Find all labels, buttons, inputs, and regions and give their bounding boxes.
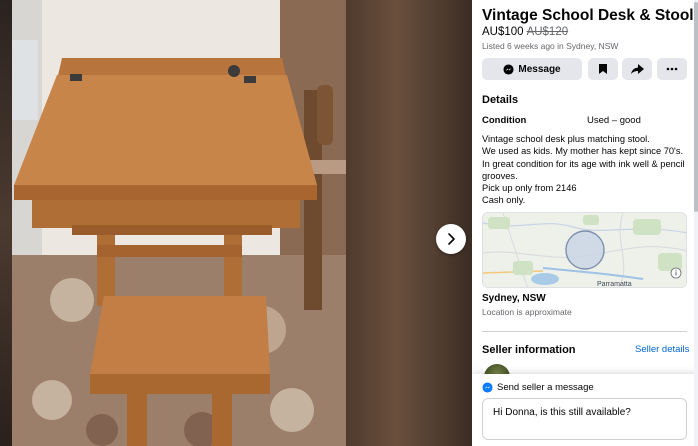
price-row: AU$100 AU$120 bbox=[482, 25, 568, 39]
map-note: Location is approximate bbox=[482, 307, 572, 317]
listing-description: Vintage school desk plus matching stool.… bbox=[482, 134, 685, 206]
location-map[interactable]: Parramatta bbox=[482, 212, 687, 288]
map-illustration: Parramatta bbox=[483, 213, 686, 288]
condition-label: Condition bbox=[482, 115, 527, 126]
seller-details-link[interactable]: Seller details bbox=[635, 344, 689, 355]
send-message-header: Send seller a message bbox=[482, 382, 594, 393]
more-button[interactable] bbox=[657, 58, 687, 80]
share-icon bbox=[630, 63, 644, 74]
original-price: AU$120 bbox=[526, 26, 569, 38]
details-heading: Details bbox=[482, 94, 519, 106]
next-photo-button[interactable] bbox=[436, 224, 466, 254]
messenger-icon bbox=[482, 382, 493, 393]
divider bbox=[482, 331, 687, 332]
message-button[interactable]: Message bbox=[482, 58, 582, 80]
seller-heading: Seller information bbox=[482, 344, 576, 356]
send-message-box: Send seller a message Hi Donna, is this … bbox=[472, 374, 698, 446]
photo-blur-right bbox=[346, 0, 472, 446]
listing-title: Vintage School Desk & Stool bbox=[482, 7, 694, 24]
listed-meta: Listed 6 weeks ago in Sydney, NSW bbox=[482, 41, 619, 51]
message-input[interactable]: Hi Donna, is this still available? bbox=[482, 398, 687, 440]
chevron-right-icon bbox=[448, 233, 455, 245]
share-button[interactable] bbox=[622, 58, 652, 80]
send-message-header-label: Send seller a message bbox=[497, 382, 594, 393]
messenger-icon bbox=[503, 63, 514, 75]
map-place-label: Parramatta bbox=[597, 281, 632, 288]
map-location: Sydney, NSW bbox=[482, 293, 546, 304]
more-icon bbox=[666, 67, 678, 71]
photo-viewer bbox=[0, 0, 472, 446]
condition-value: Used – good bbox=[587, 115, 641, 126]
scrollbar-thumb[interactable] bbox=[694, 2, 698, 212]
photo-blur-left bbox=[0, 0, 12, 446]
save-button[interactable] bbox=[588, 58, 618, 80]
listing-photo bbox=[12, 0, 346, 446]
message-button-label: Message bbox=[518, 63, 561, 75]
listing-details-panel: Vintage School Desk & Stool AU$100 AU$120… bbox=[472, 0, 698, 446]
current-price: AU$100 bbox=[482, 26, 524, 38]
desk-photo-illustration bbox=[12, 0, 346, 446]
bookmark-icon bbox=[599, 64, 607, 74]
